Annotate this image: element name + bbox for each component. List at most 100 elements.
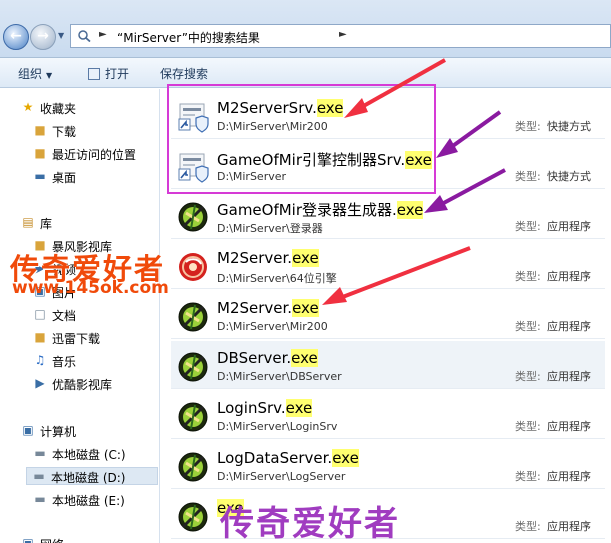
file-name-base: GameOfMir登录器生成器. — [217, 201, 397, 219]
folder-icon: ■ — [34, 123, 46, 137]
type-value: 应用程序 — [547, 520, 591, 533]
explorer-window: ← → ▼ ► “MirServer”中的搜索结果 ► 组织 ▼ 打开 保存搜索 … — [0, 0, 611, 543]
result-row[interactable]: LogDataServer.exe D:\MirServer\LogServer 类… — [171, 441, 605, 489]
nav-label: 本地磁盘 (C:) — [52, 448, 126, 462]
type-value: 快捷方式 — [547, 120, 591, 133]
file-path: D:\MirServer\LogServer — [217, 470, 346, 483]
nav-label: 音乐 — [52, 355, 77, 369]
nav-xunlei-downloads[interactable]: ■ 迅雷下载 — [32, 329, 168, 347]
nav-label: 本地磁盘 (E:) — [52, 494, 125, 508]
mir-app-icon — [177, 301, 209, 333]
nav-label: 优酷影视库 — [52, 378, 113, 392]
result-row[interactable]: DBServer.exe D:\MirServer\DBServer 类型: 应用程序 — [171, 341, 605, 389]
result-row[interactable]: M2Server.exe D:\MirServer\Mir200 类型: 应用程序 — [171, 291, 605, 339]
chevron-down-icon: ▼ — [46, 71, 53, 80]
library-icon: ▤ — [22, 215, 34, 229]
file-name: M2Server.exe — [217, 299, 319, 317]
search-match-highlight: exe — [291, 349, 318, 367]
video-library-icon: ▶ — [35, 376, 45, 390]
address-bar-area: ← → ▼ ► “MirServer”中的搜索结果 ► — [0, 0, 611, 58]
search-match-highlight: exe — [292, 299, 319, 317]
mir-app-icon — [177, 201, 209, 233]
result-row[interactable]: GameOfMir登录器生成器.exe D:\MirServer\登录器 类型: 应用… — [171, 191, 605, 239]
address-bar[interactable]: ► “MirServer”中的搜索结果 ► — [70, 24, 611, 48]
organize-label: 组织 — [18, 67, 43, 81]
file-name: LoginSrv.exe — [217, 399, 313, 417]
file-path: D:\MirServer\64位引擎 — [217, 272, 337, 285]
nav-label: 下载 — [52, 125, 77, 139]
hard-drive-icon: ▬ — [34, 446, 46, 460]
type-value: 应用程序 — [547, 270, 591, 283]
file-name-base: LoginSrv. — [217, 399, 286, 417]
hard-drive-icon: ▬ — [33, 469, 45, 483]
file-name-base: M2Server. — [217, 299, 293, 317]
music-note-icon: ♫ — [34, 353, 46, 367]
file-name: LogDataServer.exe — [217, 449, 359, 467]
recent-places-icon: ■ — [34, 146, 46, 160]
search-match-highlight: exe — [396, 201, 424, 219]
nav-label: 文档 — [52, 309, 77, 323]
file-path: D:\MirServer\LoginSrv — [217, 420, 338, 433]
watermark-url: www.145ok.com — [12, 278, 169, 298]
nav-network[interactable]: ▣ 网络 — [20, 535, 156, 543]
nav-drive-c[interactable]: ▬ 本地磁盘 (C:) — [32, 445, 168, 463]
breadcrumb-separator-icon[interactable]: ► — [339, 29, 347, 40]
nav-computer[interactable]: ▣ 计算机 — [20, 422, 156, 440]
type-label: 类型: — [515, 120, 541, 133]
type-label: 类型: — [515, 270, 541, 283]
nav-drive-d[interactable]: ▬ 本地磁盘 (D:) — [26, 467, 158, 485]
nav-recent-places[interactable]: ■ 最近访问的位置 — [32, 145, 168, 163]
search-match-highlight: exe — [285, 399, 313, 417]
file-name: GameOfMir登录器生成器.exe — [217, 199, 424, 220]
file-name-base: M2Server. — [217, 249, 293, 267]
type-value: 应用程序 — [547, 470, 591, 483]
nav-label: 计算机 — [40, 425, 77, 439]
type-label: 类型: — [515, 220, 541, 233]
type-label: 类型: — [515, 370, 541, 383]
nav-label: 网络 — [40, 536, 64, 543]
file-name: DBServer.exe — [217, 349, 318, 367]
breadcrumb[interactable]: “MirServer”中的搜索结果 — [117, 29, 260, 46]
nav-music[interactable]: ♫ 音乐 — [32, 352, 168, 370]
nav-downloads[interactable]: ■ 下载 — [32, 122, 168, 140]
type-label: 类型: — [515, 470, 541, 483]
file-name: M2Server.exe — [217, 249, 319, 267]
type-label: 类型: — [515, 320, 541, 333]
nav-desktop[interactable]: ▬ 桌面 — [32, 168, 168, 186]
nav-label: 最近访问的位置 — [52, 148, 137, 162]
organize-button[interactable]: 组织 ▼ — [18, 65, 52, 82]
search-match-highlight: exe — [292, 249, 319, 267]
nav-favorites[interactable]: ★ 收藏夹 — [20, 99, 156, 117]
search-match-highlight: exe — [332, 449, 359, 467]
annotation-highlight-box — [167, 84, 436, 194]
navigation-pane: ★ 收藏夹 ■ 下载 ■ 最近访问的位置 ▬ 桌面 ▤ 库 ■ 暴风影视库 ▶ … — [0, 89, 160, 543]
hard-drive-icon: ▬ — [34, 492, 46, 506]
nav-drive-e[interactable]: ▬ 本地磁盘 (E:) — [32, 491, 168, 509]
nav-libraries[interactable]: ▤ 库 — [20, 214, 156, 232]
type-value: 应用程序 — [547, 420, 591, 433]
nav-label: 库 — [40, 217, 53, 231]
watermark-bottom: 传奇爱好者 — [220, 504, 400, 543]
back-button[interactable]: ← — [3, 24, 29, 50]
mir-app-icon — [177, 451, 209, 483]
recent-pages-dropdown-icon[interactable]: ▼ — [58, 31, 64, 40]
type-value: 快捷方式 — [547, 170, 591, 183]
save-search-button[interactable]: 保存搜索 — [160, 65, 208, 82]
forward-button[interactable]: → — [30, 24, 56, 50]
type-label: 类型: — [515, 520, 541, 533]
result-row[interactable]: LoginSrv.exe D:\MirServer\LoginSrv 类型: 应用程序 — [171, 391, 605, 439]
search-folder-icon — [78, 30, 91, 42]
document-icon: □ — [34, 307, 46, 321]
type-label: 类型: — [515, 420, 541, 433]
result-row[interactable]: M2Server.exe D:\MirServer\64位引擎 类型: 应用程序 — [171, 241, 605, 289]
type-value: 应用程序 — [547, 320, 591, 333]
open-button[interactable]: 打开 — [88, 65, 129, 82]
red-orb-icon — [177, 251, 209, 283]
breadcrumb-separator-icon[interactable]: ► — [99, 29, 107, 40]
nav-documents[interactable]: □ 文档 — [32, 306, 168, 324]
mir-app-icon — [177, 501, 209, 533]
file-path: D:\MirServer\登录器 — [217, 222, 323, 235]
computer-icon: ▣ — [22, 423, 34, 437]
type-value: 应用程序 — [547, 370, 591, 383]
nav-youku-library[interactable]: ▶ 优酷影视库 — [32, 375, 168, 393]
